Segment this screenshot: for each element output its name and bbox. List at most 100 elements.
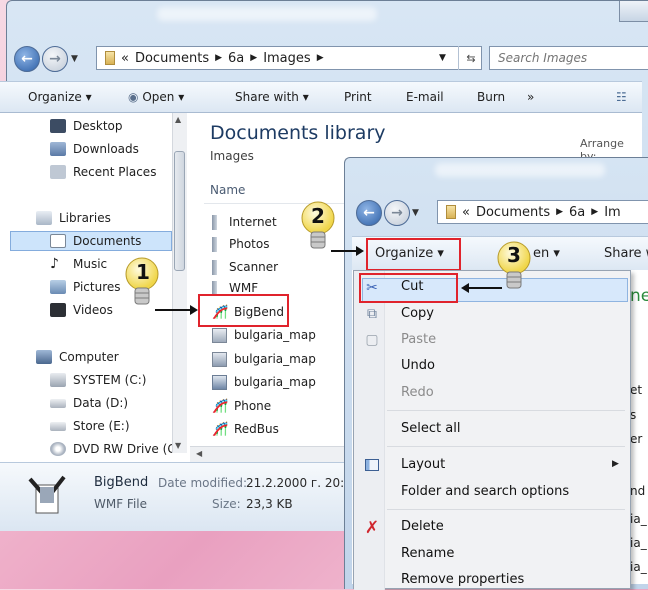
window2-breadcrumb-6a[interactable]: 6a xyxy=(569,205,585,220)
nav-item-recent-places[interactable]: Recent Places xyxy=(50,162,156,182)
bigbend-highlight-box xyxy=(198,294,289,327)
nav-pane-scroll-thumb[interactable] xyxy=(174,151,185,271)
window2-breadcrumb-images[interactable]: Im xyxy=(604,205,621,220)
organize-highlight-box xyxy=(366,238,461,271)
dvd-drive-icon xyxy=(50,442,66,456)
forward-arrow-icon: → xyxy=(49,51,61,67)
nav-item-downloads[interactable]: Downloads xyxy=(50,139,139,159)
file-item-phone[interactable]: 🎢 Phone xyxy=(212,396,271,416)
address-dropdown-icon[interactable]: ▼ xyxy=(439,53,446,63)
refresh-icon: ⇆ xyxy=(466,51,476,65)
details-size-label: Size: xyxy=(212,497,241,511)
file-list-horizontal-scrollbar[interactable]: ◀ xyxy=(190,446,355,463)
menu-item-copy[interactable]: Copy xyxy=(401,306,434,321)
delete-icon: ✗ xyxy=(364,518,380,538)
search-input[interactable] xyxy=(489,46,648,70)
nav-item-dvd-drive[interactable]: DVD RW Drive (G xyxy=(50,439,177,459)
arrow-3-line xyxy=(468,287,502,289)
image-file-icon xyxy=(212,327,227,343)
image-file-icon xyxy=(212,351,227,367)
back-arrow-icon: ← xyxy=(363,205,375,221)
window2-peek-text: er xyxy=(630,432,643,446)
refresh-button[interactable]: ⇆ xyxy=(458,46,483,70)
window2-forward-button[interactable]: → xyxy=(384,200,410,226)
details-file-name: BigBend xyxy=(94,475,149,490)
arrow-1-head-icon xyxy=(190,305,198,315)
window2-breadcrumb-prefix[interactable]: « xyxy=(462,205,470,220)
share-with-button[interactable]: Share with ▾ xyxy=(235,90,309,104)
details-file-type: WMF File xyxy=(94,497,148,511)
file-item-scanner[interactable]: Scanner xyxy=(212,257,278,277)
column-header-name[interactable]: Name xyxy=(210,183,245,197)
details-size-value: 23,3 KB xyxy=(246,497,293,511)
file-item-photos[interactable]: Photos xyxy=(212,234,269,254)
breadcrumb-images[interactable]: Images xyxy=(263,51,311,66)
back-arrow-icon: ← xyxy=(21,51,33,67)
open-button[interactable]: ◉ Open ▾ xyxy=(128,90,184,104)
menu-separator xyxy=(387,509,625,510)
organize-button[interactable]: Organize ▾ xyxy=(28,90,92,104)
window2-peek-text: nd xyxy=(630,484,646,498)
breadcrumb-documents[interactable]: Documents xyxy=(135,51,209,66)
window2-recent-chevron-icon[interactable]: ▼ xyxy=(412,208,419,218)
file-item-redbus[interactable]: 🎢 RedBus xyxy=(212,419,279,439)
window2-peek-text: ia_ xyxy=(630,560,647,574)
file-item-bulgaria-map-3[interactable]: bulgaria_map xyxy=(212,372,316,392)
burn-button[interactable]: Burn xyxy=(477,90,505,104)
more-commands-button[interactable]: » xyxy=(527,90,534,104)
nav-item-music[interactable]: ♪ Music xyxy=(50,254,107,274)
nav-item-drive-c[interactable]: SYSTEM (C:) xyxy=(50,370,146,390)
address-bar[interactable]: « Documents ▶ 6a ▶ Images ▶ ▼ xyxy=(96,46,482,70)
menu-item-rename[interactable]: Rename xyxy=(401,546,454,561)
menu-item-layout[interactable]: Layout xyxy=(401,457,445,472)
menu-item-folder-options[interactable]: Folder and search options xyxy=(401,484,569,499)
forward-button[interactable]: → xyxy=(42,46,68,72)
file-item-internet[interactable]: Internet xyxy=(212,212,277,232)
print-button[interactable]: Print xyxy=(344,90,372,104)
view-options-icon[interactable]: ☷ xyxy=(616,90,627,104)
window2-share-button[interactable]: Share w xyxy=(604,246,648,261)
scroll-down-icon[interactable]: ▼ xyxy=(175,441,181,450)
window2-breadcrumb-documents[interactable]: Documents xyxy=(476,205,550,220)
folder-icon xyxy=(212,214,217,230)
library-subtitle: Images xyxy=(210,149,254,163)
window2-back-button[interactable]: ← xyxy=(356,200,382,226)
scroll-up-icon[interactable]: ▲ xyxy=(175,115,181,124)
copy-icon: ⧉ xyxy=(367,306,377,322)
window2-address-bar[interactable]: « Documents ▶ 6a ▶ Im xyxy=(437,200,648,224)
window-title-blur xyxy=(157,7,377,21)
menu-item-redo[interactable]: Redo xyxy=(401,385,434,400)
nav-item-videos[interactable]: Videos xyxy=(50,300,113,320)
email-button[interactable]: E-mail xyxy=(406,90,444,104)
folder-icon xyxy=(446,205,456,219)
minimize-button[interactable] xyxy=(619,1,648,22)
file-item-bulgaria-map-2[interactable]: bulgaria_map xyxy=(212,349,316,369)
desktop-icon xyxy=(50,119,66,133)
menu-item-delete[interactable]: Delete xyxy=(401,519,444,534)
nav-item-drive-d[interactable]: Data (D:) xyxy=(50,393,128,413)
menu-item-paste[interactable]: Paste xyxy=(401,332,436,347)
window2-peek-text: ia_ xyxy=(630,536,647,550)
back-button[interactable]: ← xyxy=(14,46,40,72)
file-item-bulgaria-map-1[interactable]: bulgaria_map xyxy=(212,325,316,345)
wmf-file-icon: 🎢 xyxy=(212,398,229,414)
drive-icon xyxy=(50,398,66,408)
menu-item-remove-properties[interactable]: Remove properties xyxy=(401,572,524,587)
menu-item-select-all[interactable]: Select all xyxy=(401,421,460,436)
breadcrumb-6a[interactable]: 6a xyxy=(228,51,244,66)
nav-item-drive-e[interactable]: Store (E:) xyxy=(50,416,130,436)
pictures-icon xyxy=(50,280,66,294)
paste-icon: ▢ xyxy=(365,332,379,348)
nav-item-libraries[interactable]: Libraries xyxy=(36,208,111,228)
breadcrumb-prefix[interactable]: « xyxy=(121,51,129,66)
nav-item-desktop[interactable]: Desktop xyxy=(50,116,123,136)
scroll-left-icon[interactable]: ◀ xyxy=(196,449,202,458)
nav-item-computer[interactable]: Computer xyxy=(36,347,119,367)
menu-item-undo[interactable]: Undo xyxy=(401,358,435,373)
nav-item-documents[interactable]: Documents xyxy=(50,231,141,251)
nav-pane-scrollbar[interactable]: ▲ ▼ xyxy=(172,113,187,453)
documents-icon xyxy=(50,234,66,248)
recent-pages-chevron-icon[interactable]: ▼ xyxy=(71,54,78,64)
window2-open-button[interactable]: en ▾ xyxy=(533,246,560,261)
nav-item-pictures[interactable]: Pictures xyxy=(50,277,121,297)
